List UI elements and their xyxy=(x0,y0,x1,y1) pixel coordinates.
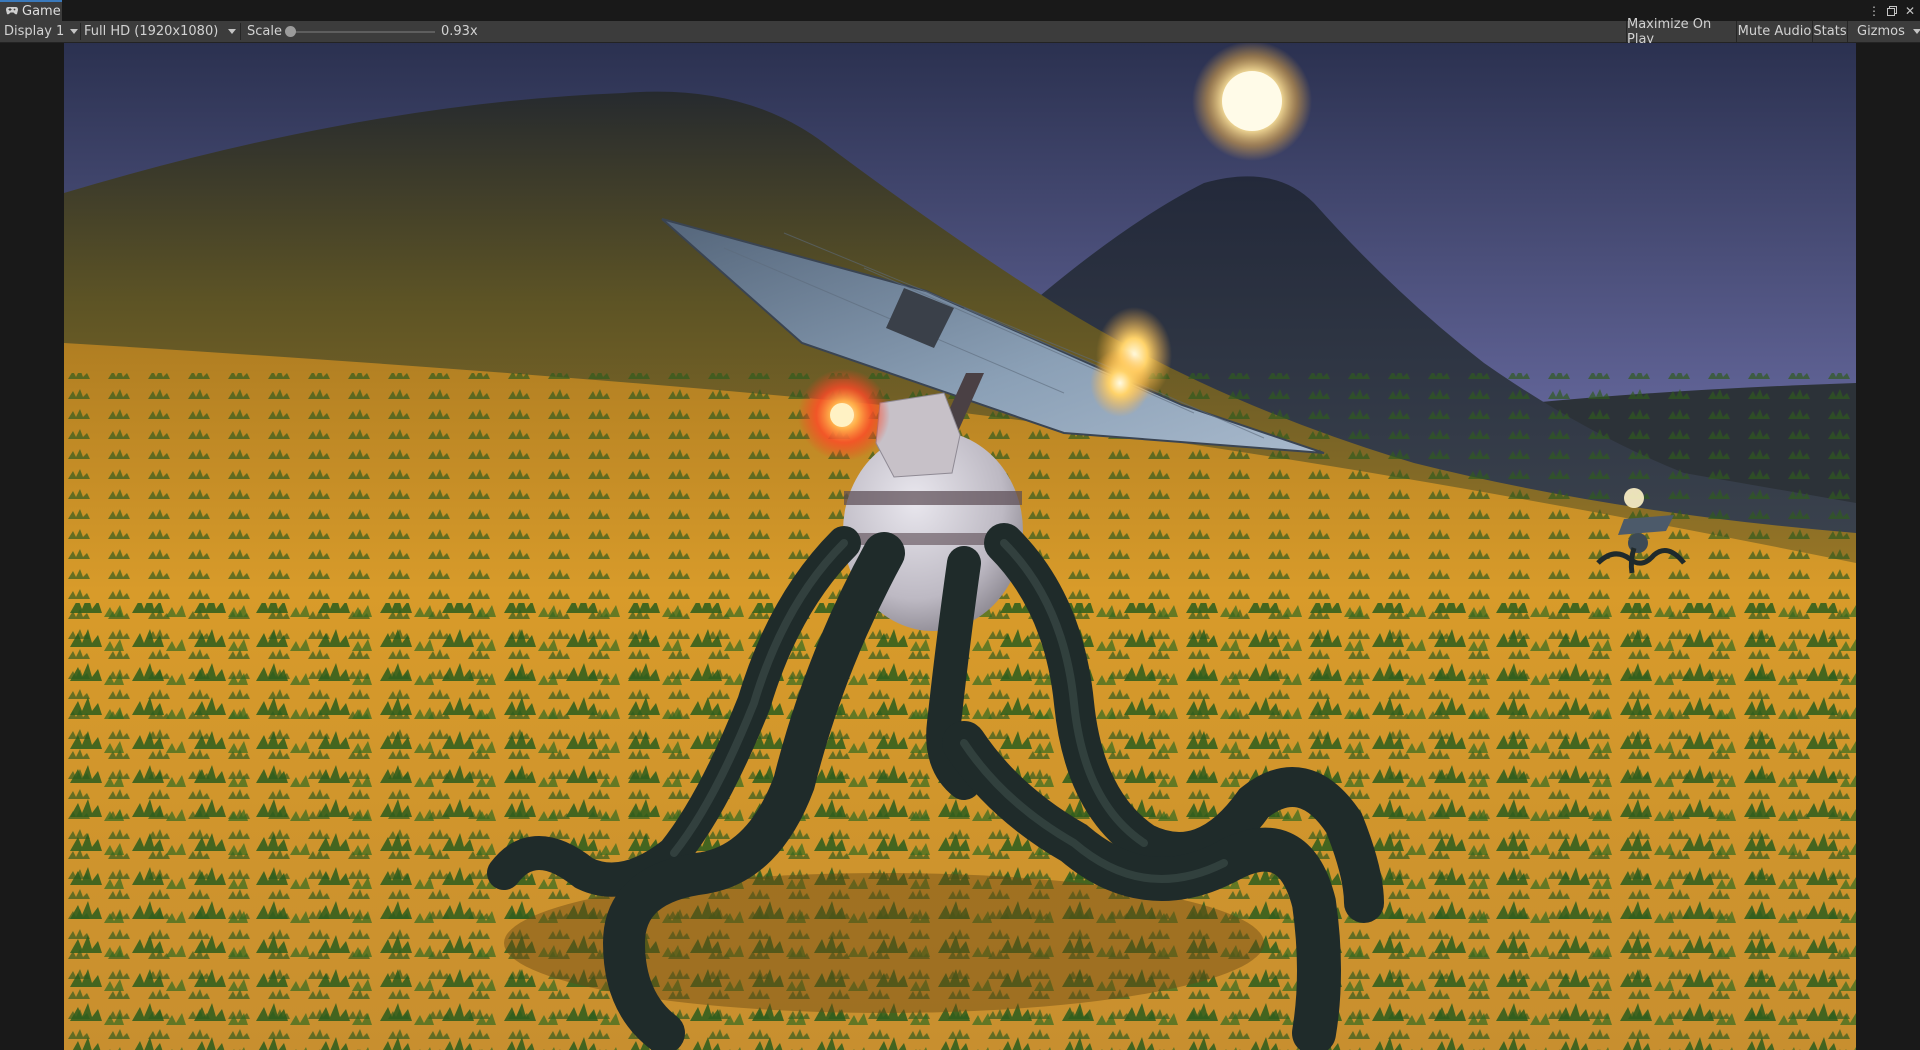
tab-game[interactable]: Game xyxy=(0,0,62,21)
scale-label: Scale xyxy=(247,24,282,39)
maximize-on-play-label: Maximize On Play xyxy=(1627,16,1712,47)
scale-value: 0.93x xyxy=(441,24,478,39)
mute-audio-label: Mute Audio xyxy=(1737,24,1812,39)
window-controls: ⋮ ✕ xyxy=(1868,0,1916,21)
scale-slider-thumb[interactable] xyxy=(285,26,296,37)
scale-slider-track[interactable] xyxy=(289,31,435,33)
game-scene xyxy=(64,43,1856,1050)
toolbar-divider xyxy=(80,23,81,40)
gizmos-dropdown[interactable]: Gizmos xyxy=(1847,21,1920,42)
sun-core xyxy=(1222,71,1282,131)
display-dropdown-label: Display 1 xyxy=(4,24,65,39)
toolbar-divider xyxy=(240,23,241,40)
mute-audio-toggle[interactable]: Mute Audio xyxy=(1736,21,1812,42)
resolution-dropdown-label: Full HD (1920x1080) xyxy=(84,24,219,39)
gamepad-icon xyxy=(6,4,18,19)
maximize-on-play-toggle[interactable]: Maximize On Play xyxy=(1626,17,1736,47)
stats-toggle[interactable]: Stats xyxy=(1812,21,1847,42)
lens-flare xyxy=(1090,349,1150,417)
chevron-down-icon xyxy=(70,29,78,34)
tab-game-label: Game xyxy=(22,4,61,19)
display-dropdown[interactable]: Display 1 xyxy=(4,21,78,42)
close-icon[interactable]: ✕ xyxy=(1904,4,1916,18)
maximize-icon[interactable] xyxy=(1886,4,1898,18)
gizmos-label: Gizmos xyxy=(1857,24,1905,39)
resolution-dropdown[interactable]: Full HD (1920x1080) xyxy=(84,21,236,42)
game-render-view[interactable] xyxy=(64,43,1856,1050)
kebab-menu-icon[interactable]: ⋮ xyxy=(1868,4,1880,18)
stats-label: Stats xyxy=(1813,24,1847,39)
game-viewport-area xyxy=(0,43,1920,1050)
chevron-down-icon xyxy=(1912,29,1920,34)
chevron-down-icon xyxy=(228,29,236,34)
robot-eye xyxy=(830,403,854,427)
game-view-toolbar: Display 1 Full HD (1920x1080) Scale 0.93… xyxy=(0,17,1920,47)
